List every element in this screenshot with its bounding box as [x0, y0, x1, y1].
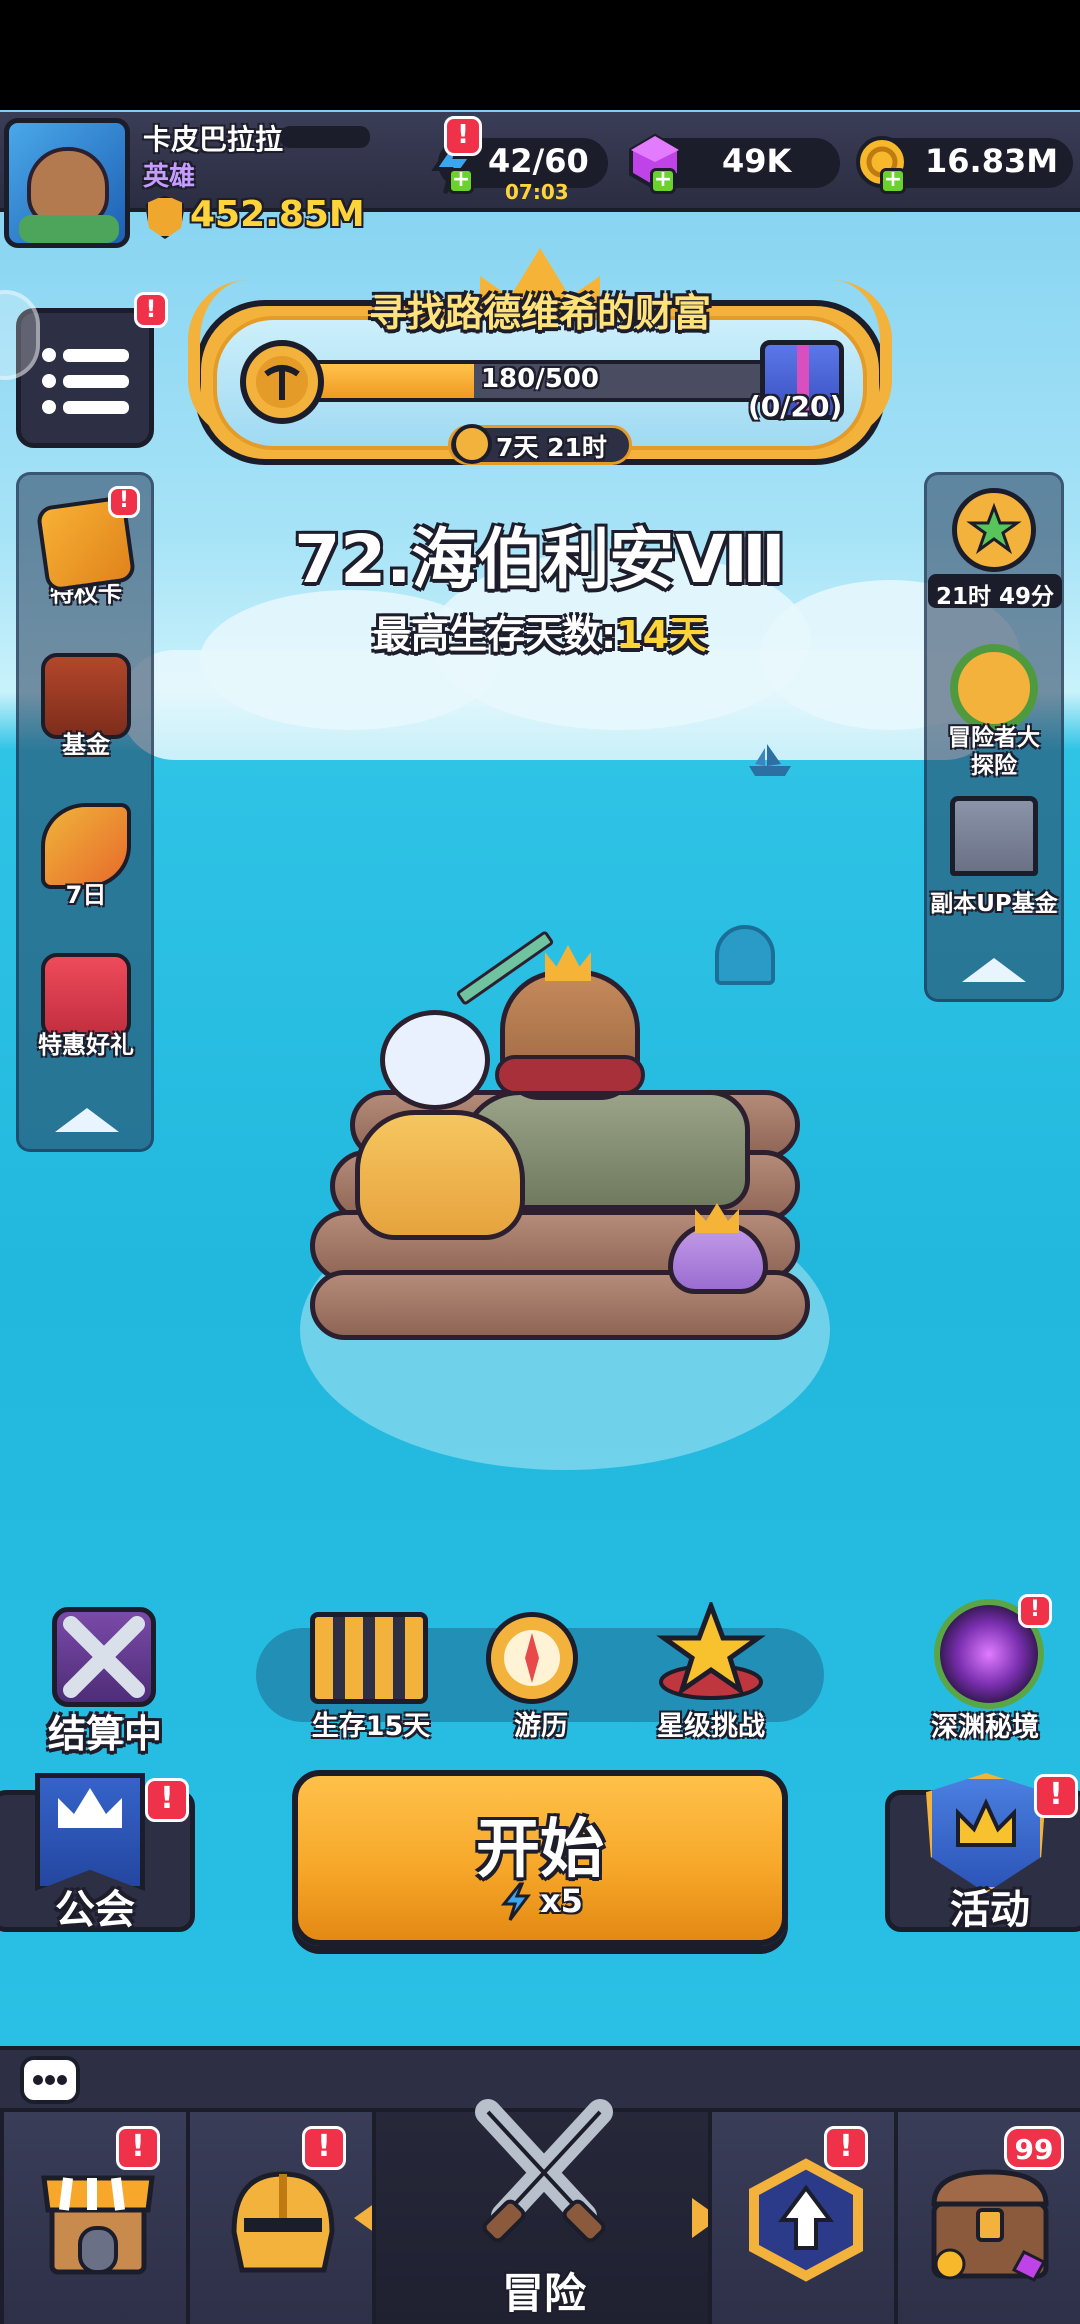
castle-arrow-icon	[950, 796, 1038, 876]
guild-label: 公会	[55, 1887, 135, 1933]
dungeon-fund-label: 副本UP基金	[930, 891, 1058, 917]
treasure-chest-icon	[920, 2164, 1060, 2284]
equipment-alert-badge: !	[302, 2126, 346, 2170]
chest-count: 99	[1014, 2133, 1054, 2166]
add-gems-button[interactable]: +	[650, 168, 676, 194]
add-energy-button[interactable]: +	[448, 168, 474, 194]
mammoth-pet	[355, 1110, 525, 1240]
cloud	[120, 650, 1000, 760]
energy-alert-badge: !	[444, 116, 482, 156]
survive-days-label: 生存15天	[311, 1711, 431, 1742]
event-progress-text: 180/500	[480, 364, 600, 394]
settle-label: 结算中	[47, 1712, 162, 1756]
stage-title: 72.海伯利安Ⅷ	[294, 521, 786, 598]
travel-button[interactable]: 游历	[466, 1606, 616, 1742]
activity-label: 活动	[950, 1887, 1030, 1933]
right-panel-collapse-arrow[interactable]	[962, 958, 1026, 982]
menu-list-icon	[41, 345, 133, 417]
player-avatar[interactable]	[4, 118, 130, 248]
compass-icon	[486, 1612, 578, 1704]
star-challenge-label: 星级挑战	[657, 1711, 765, 1742]
knight-helmet-icon	[220, 2162, 346, 2282]
golden-gate-icon	[310, 1612, 428, 1704]
dungeon-fund-entry[interactable]: 副本UP基金	[924, 790, 1064, 920]
activity-alert-badge: !	[1034, 1774, 1078, 1818]
red-scarf	[495, 1055, 645, 1095]
travel-label: 游历	[514, 1711, 568, 1742]
gems-value: 49K	[722, 142, 792, 180]
start-button[interactable]: 开始 x5	[292, 1770, 788, 1946]
event-timer: 7天 21时	[496, 433, 607, 462]
star-coin-icon	[952, 488, 1036, 572]
star-trophy-icon	[656, 1598, 766, 1702]
crossed-swords-icon	[52, 1607, 156, 1707]
activity-shield-icon	[926, 1773, 1046, 1893]
nav-adventure[interactable]: 冒险	[372, 2099, 708, 2324]
adventure-swords-icon	[464, 2098, 624, 2248]
left-panel-collapse-arrow[interactable]	[55, 1108, 119, 1132]
right-timer-text: 21时 49分	[935, 584, 1055, 610]
chat-bubble-icon[interactable]	[20, 2056, 80, 2104]
distant-ship-icon	[745, 740, 795, 780]
seven-day-label: 7日	[65, 881, 107, 909]
energy-value: 42/60	[488, 142, 589, 180]
start-label: 开始	[476, 1813, 604, 1887]
add-gold-button[interactable]: +	[880, 168, 906, 194]
purple-slime-pet	[668, 1203, 768, 1294]
survive-days-button[interactable]: 生存15天	[296, 1606, 446, 1742]
buoy-icon	[715, 925, 775, 985]
fund-entry[interactable]: 基金	[16, 630, 156, 760]
shop-alert-badge: !	[116, 2126, 160, 2170]
settle-button[interactable]: 结算中	[30, 1605, 180, 1756]
player-name: 卡皮巴拉拉	[143, 123, 284, 156]
abyss-realm-label: 深渊秘境	[931, 1712, 1039, 1743]
special-gift-entry[interactable]: 特惠好礼	[16, 930, 156, 1060]
privilege-card-badge: !	[108, 486, 140, 518]
stopwatch-icon	[452, 424, 492, 464]
start-cost: x5	[540, 1882, 583, 1920]
event-title: 寻找路德维希的财富	[368, 291, 711, 335]
seven-day-entry[interactable]: 7日	[16, 780, 156, 910]
name-bar	[280, 126, 370, 148]
stage-record: 最高生存天数:14天	[0, 604, 1080, 659]
status-bar	[0, 0, 1080, 112]
stage-record-label: 最高生存天数:	[372, 613, 617, 657]
energy-timer: 07:03	[505, 180, 569, 204]
green-scarf	[19, 215, 119, 243]
fund-label: 基金	[62, 731, 110, 759]
guild-banner-icon	[35, 1773, 145, 1891]
capybara-hero-character	[495, 945, 645, 1100]
pickaxe-coin-icon	[240, 340, 324, 424]
adventurer-expedition-entry[interactable]: 冒险者大 探险	[924, 640, 1064, 780]
adventure-label: 冒险	[501, 2269, 586, 2318]
guild-alert-badge: !	[145, 1778, 189, 1822]
gold-value: 16.83M	[925, 142, 1059, 180]
chest-count-badge: 99	[1004, 2126, 1064, 2170]
special-gift-label: 特惠好礼	[38, 1031, 134, 1059]
white-bird-pet	[380, 1010, 490, 1110]
event-reward-count: (0/20)	[748, 390, 843, 423]
shop-stall-icon	[38, 2158, 158, 2278]
player-rank: 英雄	[143, 162, 196, 192]
adventurer-expedition-label-2: 探险	[971, 753, 1017, 779]
start-lightning-icon	[498, 1882, 534, 1922]
player-power: 452.85M	[190, 194, 365, 235]
stage-record-value: 14天	[616, 613, 708, 657]
upgrade-alert-badge: !	[824, 2126, 868, 2170]
star-challenge-button[interactable]: 星级挑战	[636, 1598, 786, 1742]
upgrade-hexagon-icon	[742, 2158, 870, 2282]
abyss-alert-badge: !	[1018, 1594, 1052, 1628]
